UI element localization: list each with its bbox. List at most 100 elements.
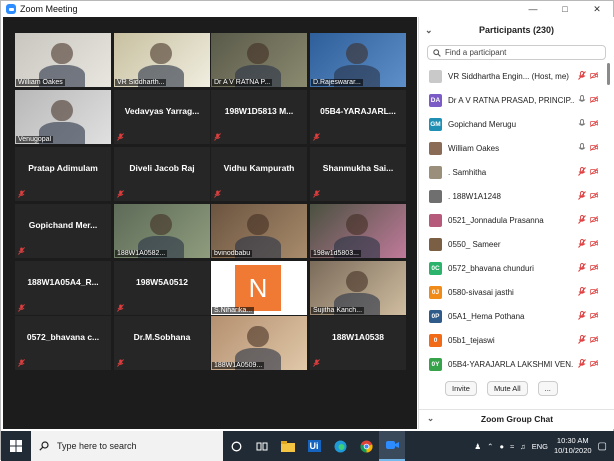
participant-tile[interactable]: 188W1A0582... bbox=[114, 204, 210, 258]
participant-tile[interactable]: 198W5A0512 bbox=[114, 261, 210, 315]
video-off-icon[interactable] bbox=[590, 263, 598, 274]
video-off-icon[interactable] bbox=[590, 95, 598, 106]
edge-browser-icon[interactable] bbox=[327, 431, 353, 461]
tile-name: Shanmukha Sai... bbox=[322, 163, 394, 173]
participant-row[interactable]: 0550_ Sameer bbox=[419, 232, 614, 256]
participant-row[interactable]: VR Siddhartha Engin... (Host, me) bbox=[419, 64, 614, 88]
chat-chevron-icon[interactable]: ⌄ bbox=[427, 413, 441, 424]
participant-row[interactable]: 0Y 05B4-YARAJARLA LAKSHMI VEN... bbox=[419, 352, 614, 376]
video-off-icon[interactable] bbox=[590, 359, 598, 370]
video-off-icon[interactable] bbox=[590, 311, 598, 322]
mic-muted-icon[interactable] bbox=[578, 238, 586, 250]
mic-muted-icon[interactable] bbox=[578, 214, 586, 226]
participant-tile[interactable]: N S.Niharika... bbox=[211, 261, 307, 315]
mic-muted-icon[interactable] bbox=[578, 286, 586, 298]
participant-tile[interactable]: Vidhu Kampurath bbox=[211, 147, 307, 201]
mute-all-button[interactable]: Mute All bbox=[486, 381, 528, 396]
participant-tile[interactable]: Sujitha Kanch... bbox=[310, 261, 406, 315]
invite-button[interactable]: Invite bbox=[445, 381, 477, 396]
language-indicator[interactable]: ENG bbox=[532, 442, 548, 451]
participant-scrollbar[interactable] bbox=[607, 63, 610, 85]
mic-muted-icon[interactable] bbox=[578, 190, 586, 202]
tile-name-label: D.Rajeswarar... bbox=[311, 79, 363, 86]
more-options-button[interactable]: ... bbox=[537, 381, 558, 396]
participant-row[interactable]: 0 05b1_tejaswi bbox=[419, 328, 614, 352]
participant-tile[interactable]: 188W1A0509... bbox=[211, 316, 307, 370]
participant-row[interactable]: GM Gopichand Merugu bbox=[419, 112, 614, 136]
start-button[interactable] bbox=[1, 440, 31, 452]
taskbar-search-box[interactable]: Type here to search bbox=[31, 431, 223, 461]
participant-tile[interactable]: 198W1D5813 M... bbox=[211, 90, 307, 144]
mic-muted-icon[interactable] bbox=[578, 334, 586, 346]
maximize-button[interactable]: □ bbox=[549, 4, 581, 15]
participant-search-input[interactable]: Find a participant bbox=[427, 45, 606, 60]
ui-app-icon[interactable]: Ui bbox=[301, 431, 327, 461]
people-icon[interactable]: ♟ bbox=[474, 442, 481, 451]
collapse-chevron-icon[interactable]: ⌄ bbox=[425, 25, 439, 36]
participant-row[interactable]: William Oakes bbox=[419, 136, 614, 160]
video-off-icon[interactable] bbox=[590, 191, 598, 202]
participant-tile[interactable]: Gopichand Mer... bbox=[15, 204, 111, 258]
action-center-icon[interactable]: ▢ bbox=[598, 441, 607, 452]
participant-tile[interactable]: William Oakes bbox=[15, 33, 111, 87]
video-off-icon[interactable] bbox=[590, 167, 598, 178]
participant-tile[interactable]: bvinodbabu bbox=[211, 204, 307, 258]
participant-tile[interactable]: 0572_bhavana c... bbox=[15, 316, 111, 370]
participant-row[interactable]: 0P 05A1_Hema Pothana bbox=[419, 304, 614, 328]
participant-tile[interactable]: 05B4-YARAJARL... bbox=[310, 90, 406, 144]
participant-tile[interactable]: Diveli Jacob Raj bbox=[114, 147, 210, 201]
participant-tile[interactable]: Dr A V RATNA P... bbox=[211, 33, 307, 87]
participant-row[interactable]: . 188W1A1248 bbox=[419, 184, 614, 208]
video-off-icon[interactable] bbox=[590, 287, 598, 298]
volume-icon[interactable]: ♫ bbox=[520, 442, 526, 451]
cortana-icon[interactable] bbox=[223, 431, 249, 461]
mic-icon[interactable] bbox=[578, 118, 586, 130]
participant-tile[interactable]: D.Rajeswarar... bbox=[310, 33, 406, 87]
participant-tile[interactable]: Venugopal bbox=[15, 90, 111, 144]
chat-title: Zoom Group Chat bbox=[480, 413, 554, 424]
taskbar-clock[interactable]: 10:30 AM 10/10/2020 bbox=[554, 436, 592, 456]
video-off-icon[interactable] bbox=[590, 215, 598, 226]
participant-avatar bbox=[429, 141, 442, 155]
mic-icon[interactable] bbox=[578, 94, 586, 106]
participant-name: VR Siddhartha Engin... (Host, me) bbox=[448, 71, 569, 81]
mic-muted-icon[interactable] bbox=[578, 262, 586, 274]
group-chat-header[interactable]: ⌄ Zoom Group Chat bbox=[419, 409, 614, 427]
minimize-button[interactable]: — bbox=[517, 4, 549, 15]
participant-tile[interactable]: 188W1A0538 bbox=[310, 316, 406, 370]
video-off-icon[interactable] bbox=[590, 143, 598, 154]
mic-muted-icon[interactable] bbox=[578, 166, 586, 178]
participant-tile[interactable]: VR Siddharth... bbox=[114, 33, 210, 87]
file-explorer-icon[interactable] bbox=[275, 431, 301, 461]
zoom-taskbar-icon[interactable] bbox=[379, 431, 405, 461]
participant-row[interactable]: DA Dr A V RATNA PRASAD, PRINCIP... bbox=[419, 88, 614, 112]
participant-row[interactable]: 0C 0572_bhavana chunduri bbox=[419, 256, 614, 280]
participant-tile[interactable]: 198w1d5803... bbox=[310, 204, 406, 258]
mic-muted-icon[interactable] bbox=[578, 310, 586, 322]
video-off-icon[interactable] bbox=[590, 335, 598, 346]
person-silhouette bbox=[346, 42, 368, 65]
mic-muted-icon[interactable] bbox=[578, 70, 586, 82]
participant-tile[interactable]: Dr.M.Sobhana bbox=[114, 316, 210, 370]
chrome-browser-icon[interactable] bbox=[353, 431, 379, 461]
participant-tile[interactable]: Vedavyas Yarrag... bbox=[114, 90, 210, 144]
video-off-icon[interactable] bbox=[590, 239, 598, 250]
notification-icon[interactable]: ● bbox=[499, 442, 504, 451]
participant-tile[interactable]: Shanmukha Sai... bbox=[310, 147, 406, 201]
participant-row[interactable]: . Samhitha bbox=[419, 160, 614, 184]
participant-row[interactable]: 0J 0580-sivasai jasthi bbox=[419, 280, 614, 304]
wifi-icon[interactable]: ≈ bbox=[510, 442, 514, 451]
participant-tile[interactable]: Pratap Adimulam bbox=[15, 147, 111, 201]
task-view-icon[interactable] bbox=[249, 431, 275, 461]
search-placeholder: Find a participant bbox=[445, 48, 507, 57]
mic-muted-icon[interactable] bbox=[578, 358, 586, 370]
mic-icon[interactable] bbox=[578, 142, 586, 154]
tray-chevron-icon[interactable]: ⌃ bbox=[487, 442, 493, 451]
participant-row[interactable]: 0521_Jonnadula Prasanna bbox=[419, 208, 614, 232]
participant-tile[interactable]: 188W1A05A4_R... bbox=[15, 261, 111, 315]
avatar-letter: N bbox=[235, 265, 281, 311]
video-off-icon[interactable] bbox=[590, 71, 598, 82]
close-button[interactable]: ✕ bbox=[581, 4, 613, 15]
participant-name: Dr A V RATNA PRASAD, PRINCIP... bbox=[448, 95, 574, 105]
video-off-icon[interactable] bbox=[590, 119, 598, 130]
